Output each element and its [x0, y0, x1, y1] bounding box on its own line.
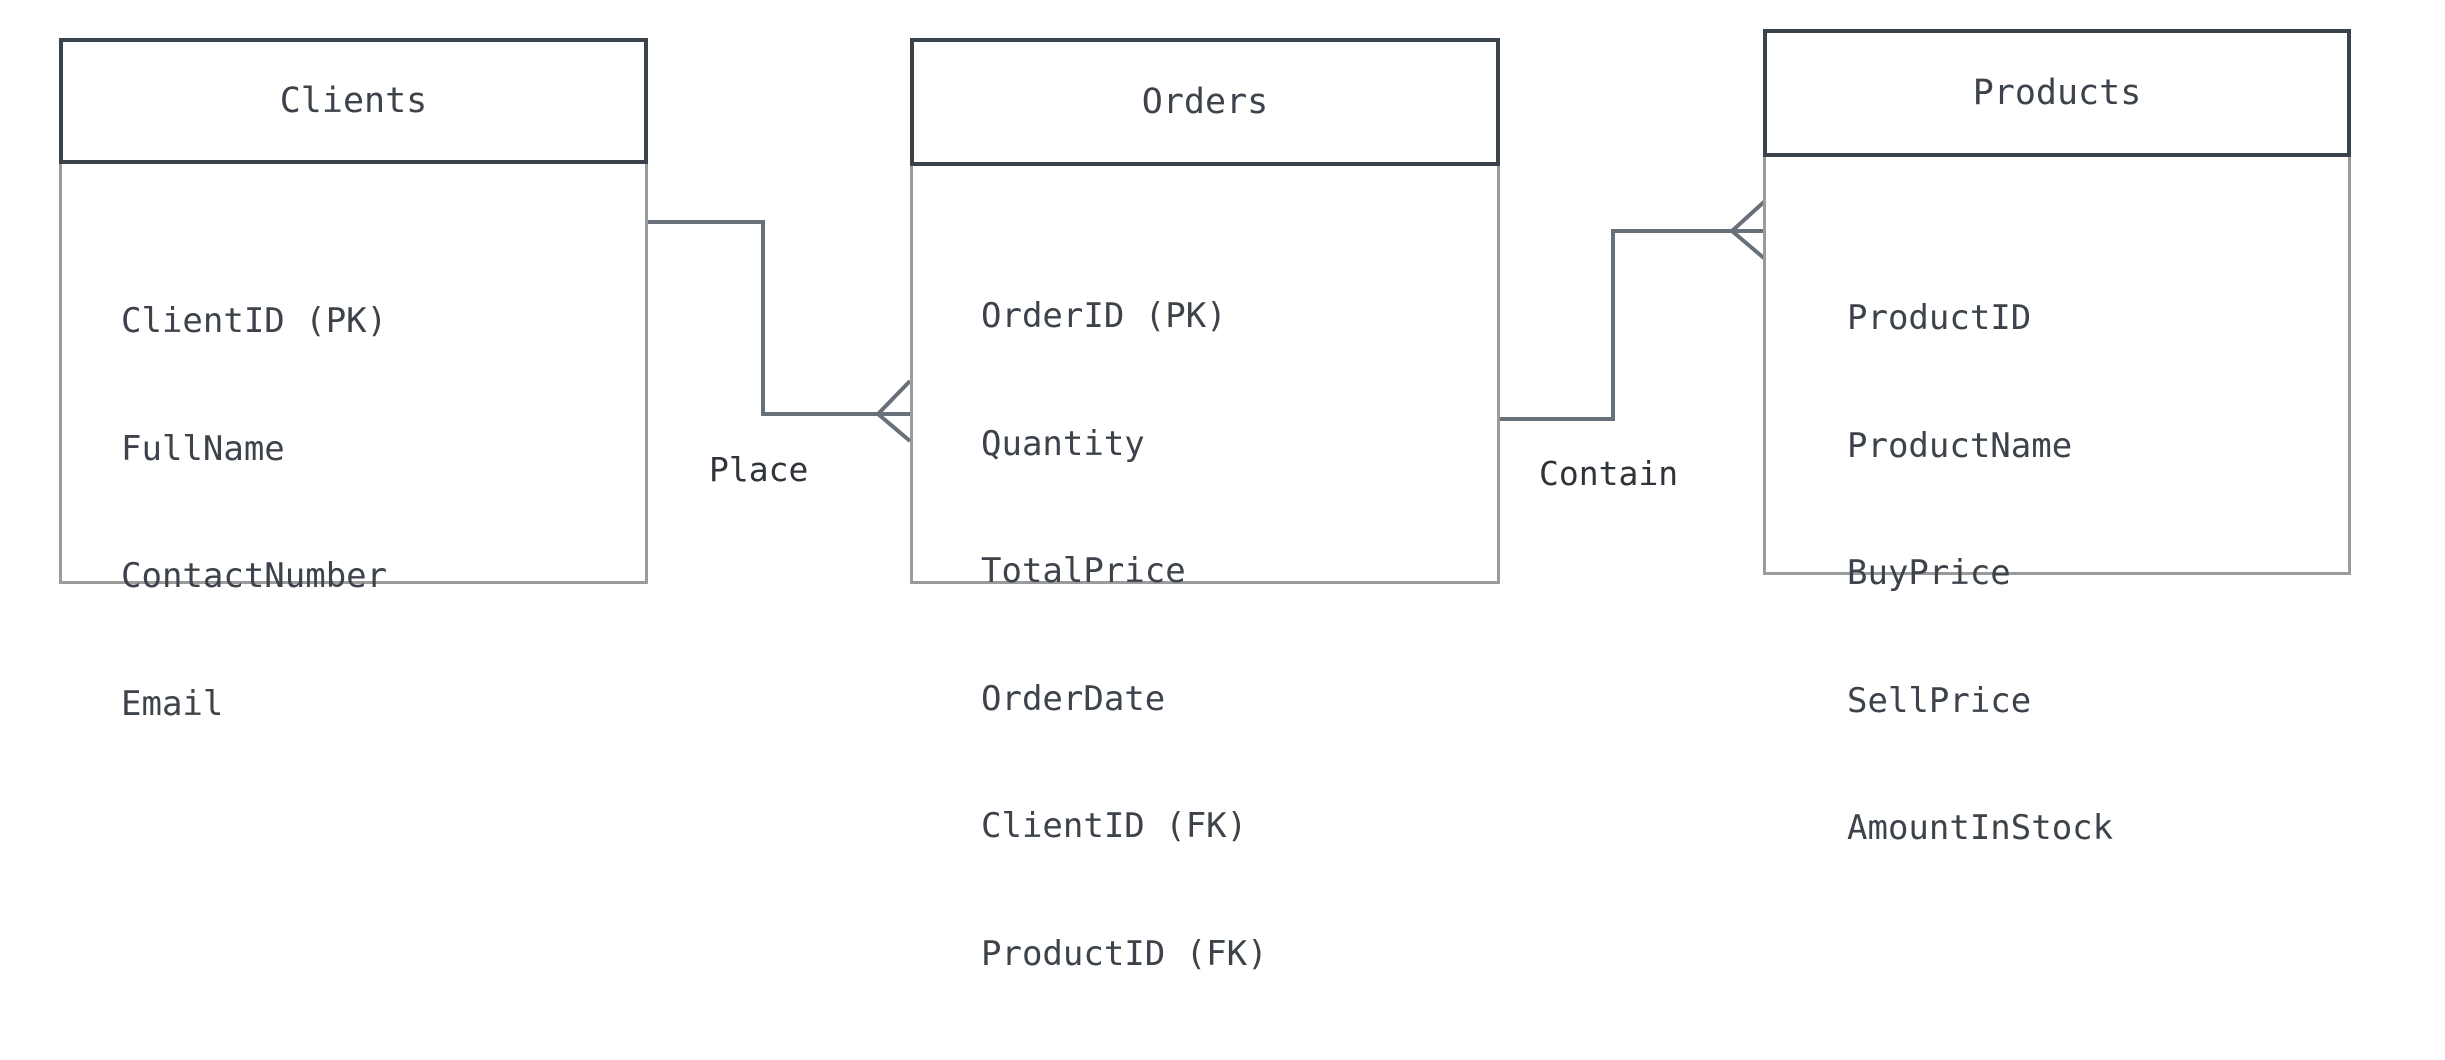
attribute: ProductID (FK)	[981, 933, 1268, 974]
entity-orders-header: Orders	[910, 38, 1500, 166]
entity-products-title: Products	[1972, 73, 2142, 113]
attribute: BuyPrice	[1847, 553, 2011, 593]
relationship-place-label: Place	[709, 450, 809, 489]
relationship-place-connector	[648, 220, 912, 443]
entity-clients-attributes: ClientID (PK) FullName ContactNumber Ema…	[121, 215, 387, 810]
attribute: TotalPrice	[981, 551, 1186, 591]
contain-crowfoot-icon	[1728, 199, 1767, 261]
attribute: FullName	[121, 428, 285, 469]
attribute: OrderDate	[981, 678, 1166, 719]
entity-products-header: Products	[1763, 29, 2351, 157]
entity-products-attributes: ProductID ProductName BuyPrice SellPrice…	[1847, 212, 2113, 935]
attribute: ProductName	[1847, 425, 2073, 466]
attribute: ClientID (PK)	[121, 301, 388, 341]
entity-orders-title: Orders	[1141, 82, 1269, 122]
entity-orders: Orders OrderID (PK) Quantity TotalPrice …	[910, 38, 1500, 974]
relationship-contain-label: Contain	[1539, 454, 1679, 493]
attribute: ContactNumber	[121, 556, 388, 596]
contain-line	[1500, 229, 1765, 421]
attribute: ClientID (FK)	[981, 806, 1248, 846]
entity-clients-title: Clients	[279, 81, 428, 121]
entity-orders-attributes: OrderID (PK) Quantity TotalPrice OrderDa…	[981, 210, 1268, 1060]
attribute: Email	[121, 683, 224, 724]
entity-clients: Clients ClientID (PK) FullName ContactNu…	[59, 38, 648, 724]
attribute: SellPrice	[1847, 680, 2032, 721]
relationship-contain-connector	[1500, 199, 1767, 421]
attribute: OrderID (PK)	[981, 296, 1227, 336]
attribute: ProductID	[1847, 298, 2032, 338]
place-crowfoot-icon	[875, 379, 912, 443]
entity-products: Products ProductID ProductName BuyPrice …	[1763, 29, 2351, 848]
place-line	[648, 220, 910, 416]
entity-clients-header: Clients	[59, 38, 648, 164]
attribute: AmountInStock	[1847, 808, 2114, 848]
attribute: Quantity	[981, 423, 1145, 464]
